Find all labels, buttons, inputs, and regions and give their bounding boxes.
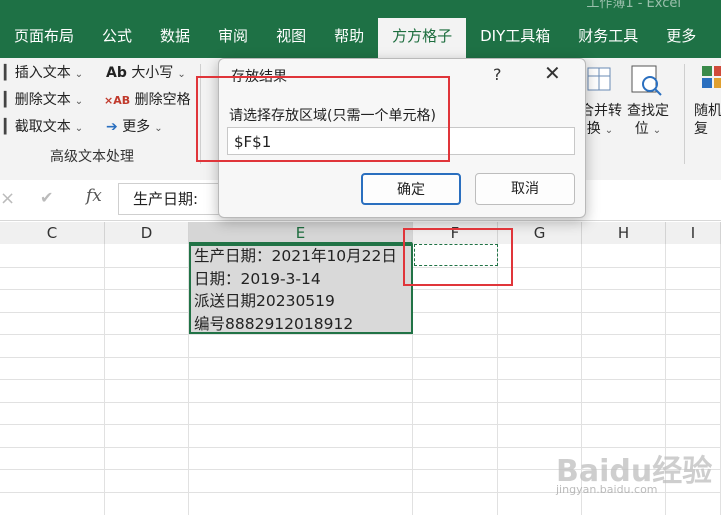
cell-e1[interactable]: 生产日期：2021年10月22日 [194, 245, 397, 267]
column-header-row: CDEFGHI [0, 222, 721, 245]
cut-text-icon: ▎ [4, 119, 15, 135]
more-button[interactable]: ➔ 更多 ⌄ [106, 116, 163, 136]
cell-e2[interactable]: 日期：2019-3-14 [194, 268, 321, 290]
tab-9[interactable]: 更多 [652, 18, 710, 58]
tab-5[interactable]: 帮助 [320, 18, 378, 58]
confirm-icon[interactable]: ✔ [40, 188, 53, 207]
column-header-c[interactable]: C [0, 222, 105, 244]
function-icon[interactable]: fx [86, 186, 102, 206]
tab-1[interactable]: 公式 [88, 18, 146, 58]
delete-text-icon: ▎ [4, 92, 15, 108]
case-icon: Ab [106, 65, 127, 81]
column-header-i[interactable]: I [666, 222, 721, 244]
cancel-button[interactable]: 取消 [475, 173, 575, 205]
watermark-url: jingyan.baidu.com [556, 483, 658, 496]
grid-hline [0, 379, 721, 380]
cut-text-button[interactable]: ▎截取文本 ⌄ [4, 116, 83, 136]
ribbon-tab-bar: 工作簿1 - Excel 页面布局 公式 数据 审阅 视图 帮助 方方格子 DIY工具箱 财务工… [0, 0, 721, 58]
annotation-box-cell [403, 228, 513, 286]
cell-e3[interactable]: 派送日期20230519 [194, 290, 335, 312]
insert-text-button[interactable]: ▎插入文本 ⌄ [4, 62, 83, 82]
merge-convert-icon [584, 64, 614, 94]
remove-spaces-button[interactable]: ×AB 删除空格 [104, 89, 191, 109]
find-locate-button[interactable]: 查找定位 ⌄ [624, 102, 672, 140]
group-separator-2 [684, 64, 685, 164]
grid-hline [0, 401, 721, 403]
find-locate-icon [630, 64, 664, 98]
ok-button[interactable]: 确定 [361, 173, 461, 205]
tab-0[interactable]: 页面布局 [0, 18, 88, 58]
delete-text-button[interactable]: ▎删除文本 ⌄ [4, 89, 83, 109]
grid-hline [0, 356, 721, 358]
column-header-d[interactable]: D [105, 222, 189, 244]
insert-text-icon: ▎ [4, 65, 15, 81]
tab-2[interactable]: 数据 [146, 18, 204, 58]
tab-8[interactable]: 财务工具 [564, 18, 652, 58]
formula-content: 生产日期: [133, 190, 199, 208]
cell-e4[interactable]: 编号8882912018912 [194, 313, 353, 335]
tab-3[interactable]: 审阅 [204, 18, 262, 58]
group-label-advanced-text: 高级文本处理 [50, 149, 134, 165]
help-icon[interactable]: ? [493, 65, 502, 84]
ribbon-tabs: 页面布局 公式 数据 审阅 视图 帮助 方方格子 DIY工具箱 财务工具 更多 [0, 18, 710, 58]
tab-4[interactable]: 视图 [262, 18, 320, 58]
remove-spaces-icon: ×AB [104, 94, 131, 107]
grid-hline [0, 424, 721, 425]
column-header-h[interactable]: H [582, 222, 666, 244]
close-icon[interactable]: ✕ [544, 61, 561, 85]
cancel-icon[interactable]: × [0, 188, 15, 209]
tab-6[interactable]: 方方格子 [378, 18, 467, 58]
window-title: 工作簿1 - Excel [586, 0, 681, 11]
merge-convert-button[interactable]: 合并转换 ⌄ [580, 102, 622, 140]
tab-7[interactable]: DIY工具箱 [466, 18, 564, 58]
annotation-box-dialog [196, 76, 450, 162]
arrow-right-icon: ➔ [106, 119, 118, 135]
column-header-e[interactable]: E [189, 222, 413, 244]
random-icon [700, 64, 721, 94]
case-button[interactable]: Ab 大小写 ⌄ [106, 62, 186, 82]
grid-hline [0, 334, 721, 335]
random-button[interactable]: 随机复 [694, 102, 721, 138]
